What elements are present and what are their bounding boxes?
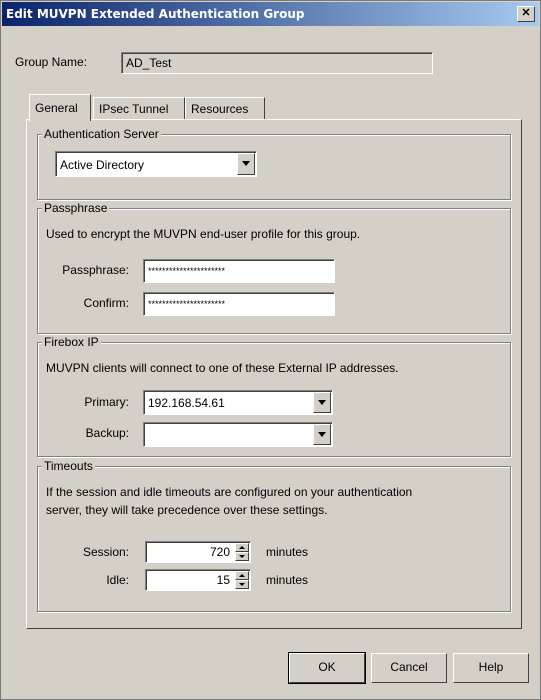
cancel-button[interactable]: Cancel [371,653,447,683]
firebox-ip-legend: Firebox IP [42,335,101,349]
confirm-label: Confirm: [83,296,129,310]
tab-ipsec-tunnel-label: IPsec Tunnel [99,102,169,116]
auth-server-legend: Authentication Server [42,127,161,141]
session-unit: minutes [266,545,309,559]
auth-server-group: Authentication Server Active Directory [37,127,511,200]
spin-up-icon[interactable] [235,571,249,580]
firebox-ip-description: MUVPN clients will connect to one of the… [46,361,399,375]
confirm-passphrase-input[interactable]: ********************** [143,292,335,316]
backup-label: Backup: [85,426,129,440]
session-timeout-stepper[interactable]: 720 [145,541,251,563]
timeouts-group: Timeouts If the session and idle timeout… [37,459,511,612]
tab-general-label: General [35,101,78,115]
auth-server-dropdown[interactable]: Active Directory [55,151,257,177]
auth-server-selected: Active Directory [60,158,145,172]
idle-unit: minutes [266,573,309,587]
tab-general[interactable]: General [29,94,91,121]
close-button[interactable]: ✕ [517,6,535,22]
spin-down-icon[interactable] [235,552,249,561]
chevron-down-icon[interactable] [313,424,331,445]
dialog-window: Edit MUVPN Extended Authentication Group… [0,0,541,700]
timeouts-description-line1: If the session and idle timeouts are con… [46,485,413,499]
backup-ip-dropdown[interactable] [143,422,333,447]
ok-button[interactable]: OK [288,652,366,684]
help-button[interactable]: Help [453,653,529,683]
passphrase-input[interactable]: ********************** [143,259,335,283]
tab-resources-label: Resources [191,102,249,116]
window-title: Edit MUVPN Extended Authentication Group [6,7,305,21]
spin-down-icon[interactable] [235,580,249,589]
primary-ip-dropdown[interactable]: 192.168.54.61 [143,390,333,415]
chevron-down-icon[interactable] [237,153,255,175]
close-icon: ✕ [521,7,531,19]
passphrase-description: Used to encrypt the MUVPN end-user profi… [46,227,361,241]
group-name-value: AD_Test [126,56,172,70]
group-name-label: Group Name: [15,55,88,69]
idle-spinner[interactable] [235,571,249,589]
session-label: Session: [82,545,129,559]
passphrase-legend: Passphrase [42,201,110,215]
timeouts-description-line2: server, they will take precedence over t… [46,503,328,517]
spin-up-icon[interactable] [235,543,249,552]
chevron-down-icon[interactable] [313,392,331,413]
passphrase-value: ********************** [148,266,226,276]
session-timeout-value: 720 [209,545,230,559]
firebox-ip-group: Firebox IP MUVPN clients will connect to… [37,335,511,457]
timeouts-legend: Timeouts [42,459,95,473]
tab-ipsec-tunnel[interactable]: IPsec Tunnel [93,97,185,119]
idle-timeout-stepper[interactable]: 15 [145,569,251,591]
passphrase-group: Passphrase Used to encrypt the MUVPN end… [37,201,511,334]
group-name-field: AD_Test [121,52,433,74]
idle-label: Idle: [106,573,129,587]
confirm-value: ********************** [148,299,226,309]
idle-timeout-value: 15 [216,573,230,587]
tab-resources[interactable]: Resources [185,97,265,119]
passphrase-label: Passphrase: [62,263,129,277]
primary-label: Primary: [84,395,129,409]
title-bar[interactable]: Edit MUVPN Extended Authentication Group… [2,2,539,26]
general-tab-panel: Authentication Server Active Directory P… [26,119,522,629]
primary-ip-value: 192.168.54.61 [148,396,225,410]
session-spinner[interactable] [235,543,249,561]
